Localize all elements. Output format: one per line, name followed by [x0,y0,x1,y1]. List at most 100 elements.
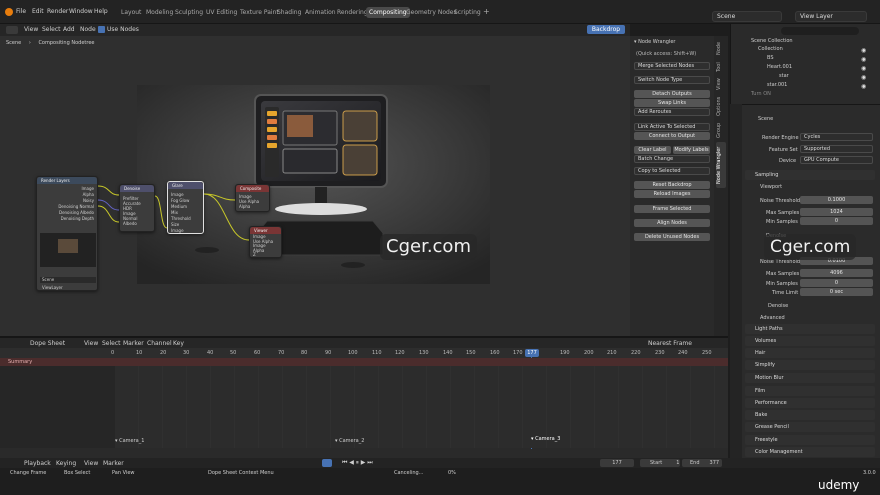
outliner-row-heart[interactable]: Heart.001 [731,63,880,72]
scene-selector[interactable]: Scene [712,11,782,22]
clear-label-button[interactable]: Clear Label [634,146,671,154]
outliner-row-star001[interactable]: star.001 [731,81,880,90]
render-engine-label: Render Engine [762,135,799,141]
time-limit-label: Time Limit [772,290,799,296]
swap-links-button[interactable]: Swap Links [634,99,710,107]
status-bar: Change Frame Box Select Pan View Dope Sh… [0,468,880,495]
snap-dropdown[interactable]: Nearest Frame [648,340,692,347]
freestyle-section[interactable]: Freestyle [745,435,875,445]
outliner-label: Heart.001 [767,64,793,70]
time-limit-field[interactable]: 0 sec [800,288,873,296]
noise-threshold-field[interactable]: 0.1000 [800,196,873,204]
timeline-ruler[interactable] [0,348,728,358]
ruler-tick-label: 240 [678,350,688,356]
menu-ds-channel[interactable]: Channel [147,340,172,347]
outliner-row-collection[interactable]: Collection [731,45,880,54]
vtab-options[interactable]: Options [716,94,726,118]
vtab-group[interactable]: Group [716,120,726,140]
view-layer-selector[interactable]: View Layer [795,11,867,22]
ruler-tick-label: 130 [419,350,429,356]
marker-camera-3[interactable]: ▾ Camera_3 [531,436,560,442]
light-paths-section[interactable]: Light Paths [745,324,875,334]
menu-ds-select[interactable]: Select [102,340,121,347]
outliner-row-turn-on[interactable]: Turn ON [731,90,880,99]
simplify-section[interactable]: Simplify [745,360,875,370]
color-management-section[interactable]: Color Management [745,447,875,457]
vtab-tool[interactable]: Tool [716,60,726,74]
menu-ds-view[interactable]: View [84,340,98,347]
vtab-view[interactable]: View [716,76,726,92]
start-label: Start [650,460,663,466]
menu-ds-key[interactable]: Key [173,340,184,347]
outliner-label: Turn ON [751,91,771,97]
render-min-samples-field[interactable]: 0 [800,279,873,287]
viewport-subsection[interactable]: Viewport [760,184,782,190]
device-dropdown[interactable]: GPU Compute [800,156,873,164]
performance-section[interactable]: Performance [745,398,875,408]
render-max-samples-field[interactable]: 4096 [800,269,873,277]
menu-ds-marker[interactable]: Marker [123,340,144,347]
min-samples-field[interactable]: 0 [800,217,873,225]
keying-menu[interactable]: Keying [56,460,76,467]
ruler-tick-label: 20 [160,350,167,356]
reset-backdrop-button[interactable]: Reset Backdrop [634,181,710,189]
outliner-row-bs[interactable]: BS [731,54,880,63]
motion-blur-section[interactable]: Motion Blur [745,373,875,383]
marker-camera-1[interactable]: ▾ Camera_1 [115,438,144,444]
ruler-tick-label: 150 [466,350,476,356]
align-nodes-button[interactable]: Align Nodes [634,219,710,227]
film-section[interactable]: Film [745,386,875,396]
vtab-node-wrangler[interactable]: Node Wrangler [716,142,726,188]
quick-access-hint: (Quick access: Shift+W) [636,51,697,57]
ruler-tick-label: 110 [372,350,382,356]
bake-section[interactable]: Bake [745,410,875,420]
record-button[interactable] [322,459,332,467]
ruler-tick-label: 60 [254,350,261,356]
sidebar-tabs: Node Tool View Options Group Node Wrangl… [714,36,728,336]
modify-labels-button[interactable]: Modify Labels [673,146,710,154]
merge-selected-dropdown[interactable]: Merge Selected Nodes [634,62,710,70]
sampling-section[interactable]: Sampling [745,170,875,180]
render-engine-dropdown[interactable]: Cycles [800,133,873,141]
ruler-tick-label: 0 [111,350,115,356]
playback-menu[interactable]: Playback [24,460,51,467]
delete-unused-button[interactable]: Delete Unused Nodes [634,233,710,241]
marker-label: Camera_1 [119,438,145,444]
marker-menu[interactable]: Marker [103,460,124,467]
current-frame-indicator[interactable]: 177 [525,349,539,357]
current-frame-field[interactable]: 177 [600,459,634,467]
batch-change-dropdown[interactable]: Batch Change [634,155,710,163]
max-samples-field[interactable]: 1024 [800,208,873,216]
frame-selected-button[interactable]: Frame Selected [634,205,710,213]
grease-pencil-section[interactable]: Grease Pencil [745,422,875,432]
add-reroutes-dropdown[interactable]: Add Reroutes [634,108,710,116]
outliner-search-input[interactable] [781,27,859,35]
end-frame-field[interactable]: End 377 [682,459,722,467]
dope-sheet-mode[interactable]: Dope Sheet [30,340,65,347]
keyframe-area[interactable] [115,366,728,448]
reload-images-button[interactable]: Reload Images [634,190,710,198]
copy-to-selected-dropdown[interactable]: Copy to Selected [634,167,710,175]
link-active-button[interactable]: Link Active To Selected [634,123,710,131]
playback-controls-icon[interactable]: ⏮ ◀ ⏸ ▶ ⏭ [342,459,373,467]
visibility-icons[interactable]: ◉ ◉ ◉ ◉ ◉ [861,46,866,91]
detach-outputs-button[interactable]: Detach Outputs [634,90,710,98]
summary-label: Summary [8,359,33,365]
watermark-1: Cger.com [380,234,477,260]
vtab-node[interactable]: Node [716,39,726,57]
advanced-subsection[interactable]: Advanced [760,315,785,321]
end-label: End [690,460,700,466]
view-menu[interactable]: View [84,460,98,467]
volumes-section[interactable]: Volumes [745,336,875,346]
hair-section[interactable]: Hair [745,348,875,358]
start-frame-field[interactable]: Start 1 [640,459,680,467]
summary-channel[interactable]: Summary [0,358,728,366]
connect-to-output-button[interactable]: Connect to Output [634,132,710,140]
marker-camera-2[interactable]: ▾ Camera_2 [335,438,364,444]
watermark-2: Cger.com [764,234,857,260]
outliner-row-star[interactable]: star [731,72,880,81]
ruler-tick-label: 50 [230,350,237,356]
render-denoise-label[interactable]: Denoise [768,303,788,309]
feature-set-dropdown[interactable]: Supported [800,145,873,153]
switch-node-type-dropdown[interactable]: Switch Node Type [634,76,710,84]
